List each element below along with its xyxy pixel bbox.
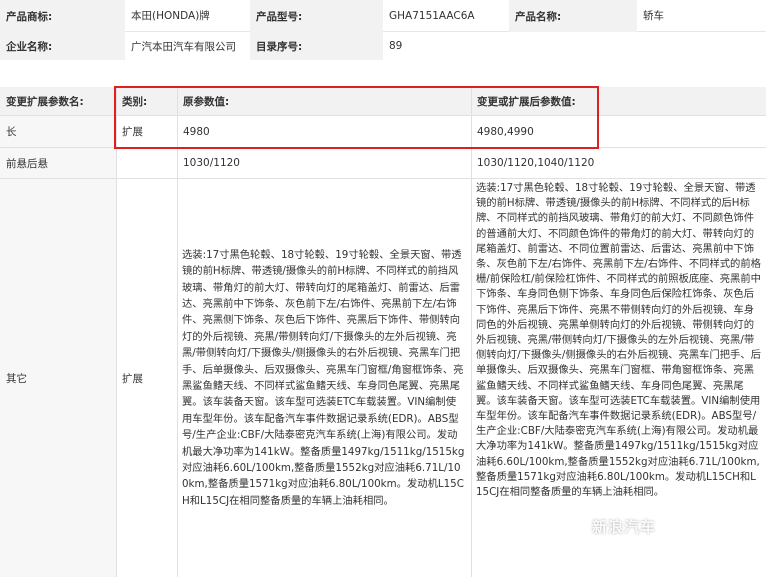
table-row-type	[116, 148, 177, 178]
table-row-type: 扩展	[116, 116, 177, 147]
table-row-param: 前悬后悬	[0, 148, 116, 178]
model-value: GHA7151AAC6A	[383, 0, 509, 32]
name-value: 轿车	[637, 0, 766, 32]
catalog-label: 目录序号:	[250, 32, 383, 60]
row-divider	[0, 115, 766, 116]
company-value: 广汽本田汽车有限公司	[125, 32, 250, 60]
table-row-new: 4980,4990	[471, 116, 766, 147]
brand-label: 产品商标:	[0, 0, 125, 32]
header-type: 类别:	[116, 87, 177, 115]
header-param: 变更扩展参数名:	[0, 87, 116, 115]
model-label: 产品型号:	[250, 0, 383, 32]
row-divider	[0, 178, 766, 179]
table-row-param: 其它	[0, 179, 116, 577]
name-label: 产品名称:	[509, 0, 637, 32]
table-row-original: 1030/1120	[177, 148, 471, 178]
brand-value: 本田(HONDA)牌	[125, 0, 250, 32]
catalog-value: 89	[383, 32, 509, 60]
table-row-type: 扩展	[116, 179, 177, 577]
header-new: 变更或扩展后参数值:	[471, 87, 766, 115]
table-row-param: 长	[0, 116, 116, 147]
column-divider	[116, 87, 117, 577]
column-divider	[471, 87, 472, 577]
header-original: 原参数值:	[177, 87, 471, 115]
watermark: 新浪汽车	[592, 518, 657, 536]
table-row-original: 4980	[177, 116, 471, 147]
table-row-new: 1030/1120,1040/1120	[471, 148, 766, 178]
row-divider	[0, 147, 766, 148]
company-label: 企业名称:	[0, 32, 125, 60]
column-divider	[177, 87, 178, 577]
table-row-original: 选装:17寸黑色轮毂、18寸轮毂、19寸轮毂、全景天窗、带透镜的前H标牌、带透镜…	[177, 179, 471, 577]
